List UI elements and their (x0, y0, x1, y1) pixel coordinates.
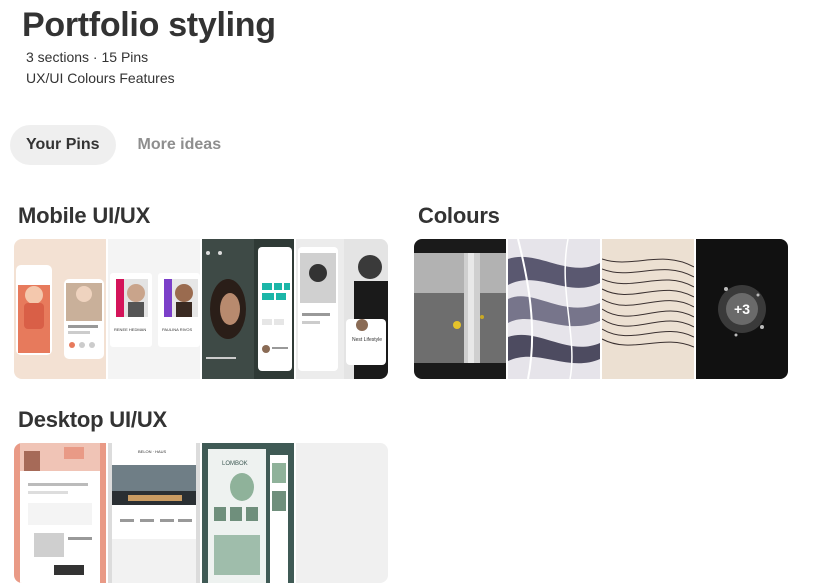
section-title: Colours (418, 203, 500, 228)
pin-thumbnail[interactable] (14, 239, 106, 379)
pin-thumbnail[interactable]: RENEE HEDMAN PAULINA RIVOS (108, 239, 200, 379)
tab-your-pins[interactable]: Your Pins (10, 125, 116, 165)
thumbnail-caption: BELON · HAUS (138, 449, 167, 454)
pin-thumbnail[interactable]: Nest Lifestyle (296, 239, 388, 379)
tab-more-ideas[interactable]: More ideas (122, 125, 238, 165)
pin-thumbnail[interactable] (508, 239, 600, 379)
pin-thumbnail[interactable] (14, 443, 106, 583)
more-pins-count: +3 (734, 301, 750, 317)
empty-thumbnail (296, 443, 388, 583)
section-mosaic[interactable]: BELON · HAUS LOMBOK (14, 443, 388, 583)
thumbnail-caption: RENEE HEDMAN (114, 327, 146, 332)
pin-thumbnail[interactable] (414, 239, 506, 379)
thumbnail-caption: PAULINA RIVOS (162, 327, 192, 332)
thumbnail-caption: LOMBOK (222, 461, 248, 467)
pin-thumbnail[interactable]: BELON · HAUS (108, 443, 200, 583)
section-title: Mobile UI/UX (18, 203, 151, 228)
section-mosaic[interactable]: RENEE HEDMAN PAULINA RIVOS Nest Lifestyl… (14, 239, 388, 379)
section-mosaic[interactable]: +3 (414, 239, 788, 379)
board-description: UX/UI Colours Features (26, 70, 175, 86)
pin-thumbnail[interactable]: LOMBOK (202, 443, 294, 583)
section-title: Desktop UI/UX (18, 407, 167, 432)
thumbnail-caption: Nest Lifestyle (352, 337, 382, 343)
board-title: Portfolio styling (22, 6, 276, 44)
pin-thumbnail[interactable] (602, 239, 694, 379)
board-meta: 3 sections · 15 Pins (26, 49, 149, 65)
section-desktop-uiux[interactable]: Desktop UI/UX BELON · HAUS LOMBOK (14, 407, 388, 583)
pin-thumbnail-more[interactable]: +3 (696, 239, 788, 379)
section-mobile-uiux[interactable]: Mobile UI/UX RENEE HEDMAN PAULINA RIVOS … (14, 203, 388, 379)
section-colours[interactable]: Colours +3 (414, 203, 788, 379)
board-tabs: Your Pins More ideas (10, 125, 237, 165)
pin-thumbnail[interactable] (202, 239, 294, 379)
